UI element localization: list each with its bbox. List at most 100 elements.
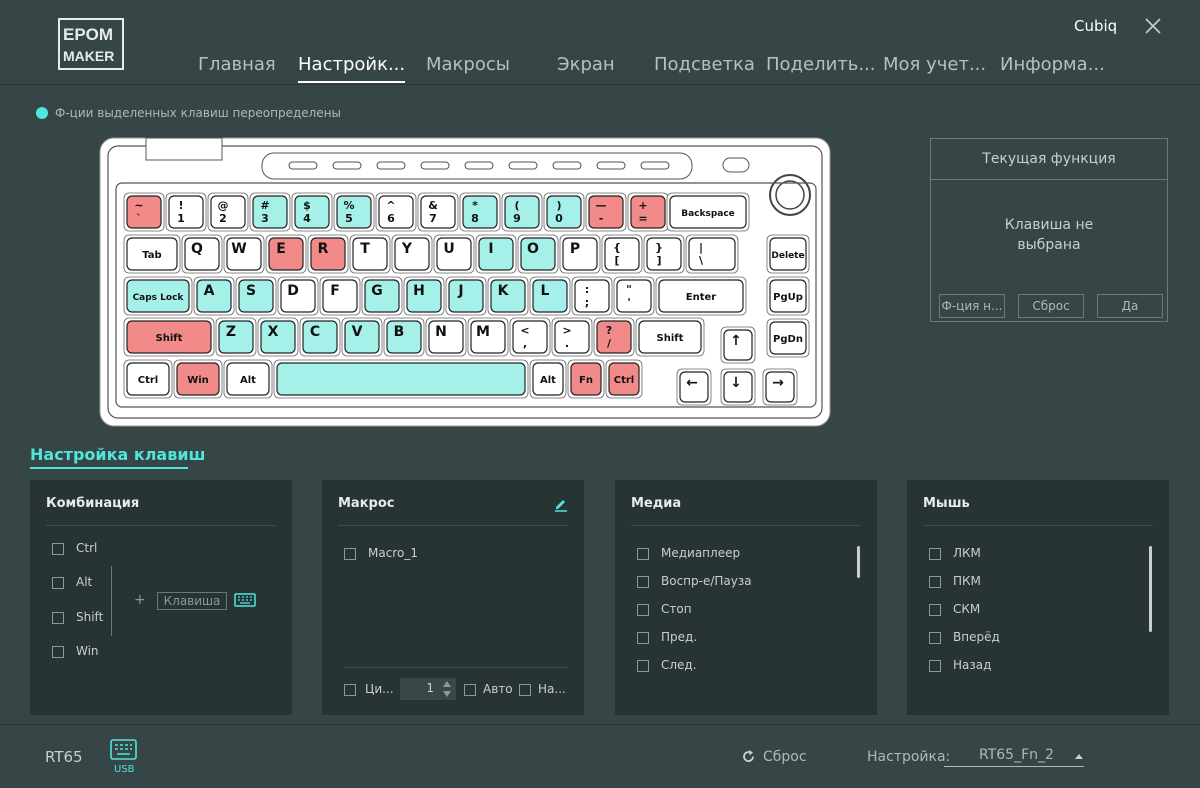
key-r3-0[interactable]: Shift xyxy=(123,317,215,357)
key-r1-8[interactable]: I xyxy=(475,234,517,274)
key-r3-10[interactable]: ?/ xyxy=(593,317,635,357)
key-r0-9[interactable]: (9 xyxy=(501,192,543,232)
key-r2-0[interactable]: Caps Lock xyxy=(123,276,193,316)
key-r3-1[interactable]: Z xyxy=(215,317,257,357)
media-item[interactable]: Медиаплеер xyxy=(661,546,740,560)
section-title[interactable]: Настройка клавиш xyxy=(30,445,206,464)
key-r0-10[interactable]: )0 xyxy=(543,192,585,232)
key-r3-3[interactable]: C xyxy=(299,317,341,357)
key-r1-0[interactable]: Tab xyxy=(123,234,181,274)
key-r1-9[interactable]: O xyxy=(517,234,559,274)
key-r1-5[interactable]: T xyxy=(349,234,391,274)
key-r4-3[interactable] xyxy=(273,359,529,399)
key-r4-4[interactable]: Alt xyxy=(529,359,567,399)
key-r1-7[interactable]: U xyxy=(433,234,475,274)
key-r4-6[interactable]: Ctrl xyxy=(605,359,643,399)
mouse-item[interactable]: Вперёд xyxy=(953,630,1000,644)
key-arrow-left[interactable]: ← xyxy=(676,368,712,406)
mouse-checkbox[interactable] xyxy=(929,604,941,616)
key-backspace[interactable]: Backspace xyxy=(666,192,750,232)
auto-checkbox[interactable] xyxy=(464,684,476,696)
mouse-item[interactable]: Назад xyxy=(953,658,991,672)
key-r2-6[interactable]: H xyxy=(403,276,445,316)
mouse-scrollbar[interactable] xyxy=(1149,546,1152,632)
key-r0-6[interactable]: ^6 xyxy=(375,192,417,232)
media-checkbox[interactable] xyxy=(637,604,649,616)
key-r4-5[interactable]: Fn xyxy=(567,359,605,399)
key-r4-2[interactable]: Alt xyxy=(223,359,273,399)
media-item[interactable]: Воспр-е/Пауза xyxy=(661,574,752,588)
macro-item[interactable]: Macro_1 xyxy=(368,546,418,560)
key-side-0[interactable]: Delete xyxy=(766,234,810,274)
key-arrow-right[interactable]: → xyxy=(762,368,798,406)
stepper-arrows-icon[interactable] xyxy=(442,679,452,699)
on-checkbox[interactable] xyxy=(519,684,531,696)
key-r1-3[interactable]: E xyxy=(265,234,307,274)
mouse-checkbox[interactable] xyxy=(929,548,941,560)
key-r4-0[interactable]: Ctrl xyxy=(123,359,173,399)
key-r2-10[interactable]: :; xyxy=(571,276,613,316)
key-r2-12[interactable]: Enter xyxy=(655,276,747,316)
media-checkbox[interactable] xyxy=(637,576,649,588)
key-input[interactable]: Клавиша xyxy=(157,592,227,610)
cycle-checkbox[interactable] xyxy=(344,684,356,696)
key-side-1[interactable]: PgUp xyxy=(766,276,810,316)
reset-icon[interactable] xyxy=(741,749,756,764)
media-checkbox[interactable] xyxy=(637,548,649,560)
key-r2-8[interactable]: K xyxy=(487,276,529,316)
media-checkbox[interactable] xyxy=(637,632,649,644)
key-r0-11[interactable]: —- xyxy=(585,192,627,232)
key-r1-4[interactable]: R xyxy=(307,234,349,274)
shift-checkbox[interactable] xyxy=(52,612,64,624)
key-r0-7[interactable]: &7 xyxy=(417,192,459,232)
key-r0-0[interactable]: ~` xyxy=(123,192,165,232)
key-r1-12[interactable]: }] xyxy=(643,234,685,274)
key-r2-4[interactable]: F xyxy=(319,276,361,316)
key-r2-2[interactable]: S xyxy=(235,276,277,316)
media-item[interactable]: След. xyxy=(661,658,697,672)
key-r3-7[interactable]: M xyxy=(467,317,509,357)
keyboard-icon[interactable] xyxy=(234,593,256,607)
mouse-checkbox[interactable] xyxy=(929,660,941,672)
key-side-2[interactable]: PgDn xyxy=(766,318,810,358)
macro-checkbox[interactable] xyxy=(344,548,356,560)
media-item[interactable]: Пред. xyxy=(661,630,697,644)
mouse-item[interactable]: СКМ xyxy=(953,602,980,616)
key-r0-5[interactable]: %5 xyxy=(333,192,375,232)
key-arrow-down[interactable]: ↓ xyxy=(720,368,756,406)
key-r3-4[interactable]: V xyxy=(341,317,383,357)
key-r1-10[interactable]: P xyxy=(559,234,601,274)
key-r0-3[interactable]: #3 xyxy=(249,192,291,232)
mouse-item[interactable]: ПКМ xyxy=(953,574,981,588)
mouse-checkbox[interactable] xyxy=(929,632,941,644)
media-item[interactable]: Стоп xyxy=(661,602,692,616)
confirm-button[interactable]: Да xyxy=(1097,294,1163,318)
mouse-item[interactable]: ЛКМ xyxy=(953,546,981,560)
key-r2-11[interactable]: "' xyxy=(613,276,655,316)
key-r1-1[interactable]: Q xyxy=(181,234,223,274)
key-r2-3[interactable]: D xyxy=(277,276,319,316)
key-r1-2[interactable]: W xyxy=(223,234,265,274)
key-r0-1[interactable]: !1 xyxy=(165,192,207,232)
key-r1-6[interactable]: Y xyxy=(391,234,433,274)
function-button[interactable]: Ф-ция н... xyxy=(939,294,1005,318)
key-r3-9[interactable]: >. xyxy=(551,317,593,357)
key-r3-2[interactable]: X xyxy=(257,317,299,357)
key-r1-13[interactable]: |\ xyxy=(685,234,739,274)
reset-key-button[interactable]: Сброс xyxy=(1018,294,1084,318)
key-r1-11[interactable]: {[ xyxy=(601,234,643,274)
key-arrow-up[interactable]: ↑ xyxy=(720,326,756,364)
key-r2-1[interactable]: A xyxy=(193,276,235,316)
alt-checkbox[interactable] xyxy=(52,577,64,589)
cycle-count-input[interactable]: 1 xyxy=(400,678,456,700)
key-r3-6[interactable]: N xyxy=(425,317,467,357)
usb-keyboard-icon[interactable] xyxy=(110,739,137,760)
config-select[interactable]: RT65_Fn_2 xyxy=(944,747,1084,767)
key-r0-8[interactable]: *8 xyxy=(459,192,501,232)
key-r2-5[interactable]: G xyxy=(361,276,403,316)
key-r4-1[interactable]: Win xyxy=(173,359,223,399)
key-r0-12[interactable]: += xyxy=(627,192,669,232)
key-r3-8[interactable]: <, xyxy=(509,317,551,357)
reset-button[interactable]: Сброс xyxy=(763,749,807,765)
key-r0-4[interactable]: $4 xyxy=(291,192,333,232)
